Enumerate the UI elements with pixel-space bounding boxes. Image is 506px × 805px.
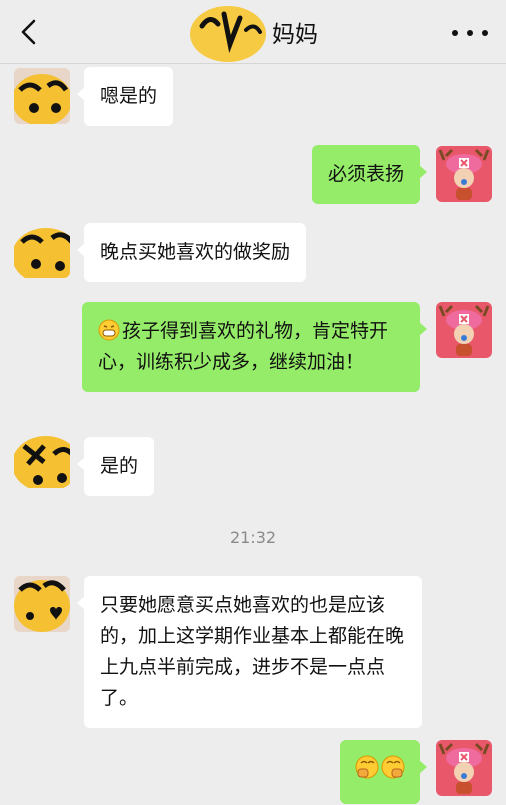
message-text: 只要她愿意买点她喜欢的也是应该的，加上这学期作业基本上都能在晚上九点半前完成，进… — [100, 594, 405, 709]
my-avatar[interactable] — [436, 302, 492, 358]
avatar-sticker-icon — [188, 4, 270, 62]
message-bubble-incoming[interactable]: 晚点买她喜欢的做奖励 — [76, 223, 307, 282]
top-bar: 妈妈 — [0, 0, 506, 64]
contact-avatar[interactable] — [14, 222, 70, 278]
message-text: 必须表扬 — [327, 163, 404, 185]
message-timestamp: 21:32 — [229, 528, 277, 547]
message-bubble-outgoing[interactable]: 孩子得到喜欢的礼物，肯定特开心，训练积少成多，继续加油！ — [82, 302, 427, 392]
contact-avatar[interactable] — [14, 68, 70, 124]
more-dots-icon — [452, 30, 458, 36]
more-options-button[interactable] — [452, 22, 488, 44]
message-text: 是的 — [100, 455, 139, 477]
contact-avatar[interactable] — [14, 432, 70, 488]
fist-emoji-pair — [355, 755, 405, 779]
message-bubble-incoming[interactable]: 是的 — [76, 437, 155, 496]
contact-avatar[interactable] — [14, 576, 70, 632]
message-bubble-incoming[interactable]: 嗯是的 — [76, 67, 174, 126]
message-bubble-outgoing[interactable]: 必须表扬 — [311, 145, 428, 204]
message-text: 嗯是的 — [100, 85, 158, 107]
message-text: 孩子得到喜欢的礼物，肯定特开心，训练积少成多，继续加油！ — [98, 320, 389, 373]
my-avatar[interactable] — [436, 740, 492, 796]
title-area: 妈妈 — [0, 0, 506, 64]
message-text: 晚点买她喜欢的做奖励 — [100, 241, 291, 263]
message-bubble-outgoing[interactable] — [340, 740, 427, 804]
message-bubble-incoming[interactable]: 只要她愿意买点她喜欢的也是应该的，加上这学期作业基本上都能在晚上九点半前完成，进… — [77, 576, 422, 728]
chat-title: 妈妈 — [272, 22, 318, 48]
my-avatar[interactable] — [436, 146, 492, 202]
grinning-face-emoji — [98, 319, 120, 341]
